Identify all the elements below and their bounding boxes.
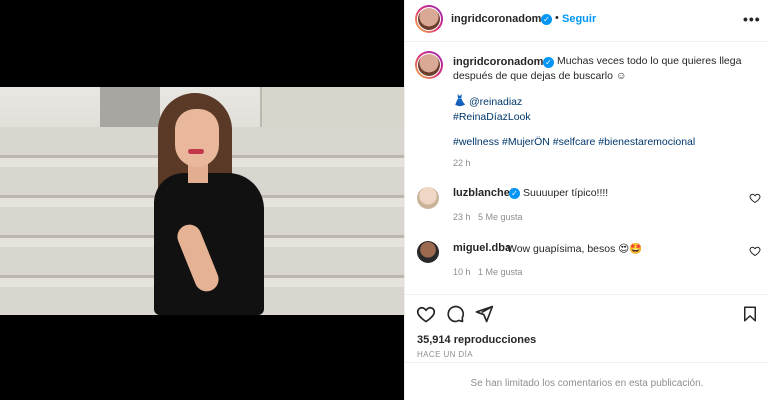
post-date: HACE UN DÍA bbox=[417, 350, 473, 359]
photo-woman bbox=[140, 93, 290, 315]
avatar bbox=[418, 8, 440, 30]
comment-text: Suuuuper típico!!!! bbox=[523, 187, 609, 199]
post-media[interactable] bbox=[0, 0, 404, 400]
hashtag-look-link[interactable]: #ReinaDíazLook bbox=[453, 111, 531, 123]
follow-button[interactable]: Seguir bbox=[562, 13, 596, 25]
heart-icon[interactable] bbox=[416, 304, 436, 324]
comment-icon[interactable] bbox=[445, 304, 465, 324]
comment-text: Wow guapísima, besos 😍🤩 bbox=[507, 243, 643, 255]
caption-line-2: después de que dejas de buscarlo ☺ bbox=[453, 70, 627, 82]
photo-dress bbox=[154, 173, 264, 315]
mention-link[interactable]: @reinadiaz bbox=[469, 96, 522, 108]
caption-time: 22 h bbox=[453, 158, 471, 168]
comment-like-heart-icon[interactable] bbox=[749, 245, 761, 257]
comment-time: 23 h bbox=[453, 212, 471, 222]
avatar-ring-gap bbox=[417, 53, 441, 77]
dress-emoji-icon: 👗 bbox=[453, 95, 467, 107]
comment-likes[interactable]: 5 Me gusta bbox=[478, 212, 523, 222]
views-count[interactable]: 35,914 reproducciones bbox=[417, 334, 536, 346]
caption-username[interactable]: ingridcoronadomx bbox=[453, 56, 550, 68]
post-actions-bar bbox=[405, 294, 768, 323]
hashtags-link[interactable]: #wellness #MujerÖN #selfcare #bienestare… bbox=[453, 136, 695, 148]
more-options-icon[interactable]: ••• bbox=[743, 11, 761, 27]
bookmark-icon[interactable] bbox=[741, 304, 759, 324]
verified-badge-icon: ✓ bbox=[543, 57, 554, 68]
author-avatar-ring[interactable] bbox=[415, 5, 443, 33]
verified-badge-icon: ✓ bbox=[541, 14, 552, 25]
paper-plane-icon[interactable] bbox=[474, 304, 494, 324]
post-photo bbox=[0, 87, 404, 315]
caption-line-1: Muchas veces todo lo que quieres llega bbox=[557, 55, 742, 67]
post-header: ingridcoronadomx ✓ • Seguir ••• bbox=[405, 0, 768, 42]
comments-limited-notice: Se han limitado los comentarios en esta … bbox=[405, 362, 768, 401]
photo-lips bbox=[188, 149, 204, 154]
comment-like-heart-icon[interactable] bbox=[749, 192, 761, 204]
post-side-panel: ingridcoronadomx ✓ • Seguir ••• ingridco… bbox=[404, 0, 768, 400]
comment-username[interactable]: luzblanchet bbox=[453, 187, 514, 199]
avatar bbox=[418, 54, 440, 76]
author-username[interactable]: ingridcoronadomx bbox=[451, 13, 548, 25]
comment-likes[interactable]: 1 Me gusta bbox=[478, 267, 523, 277]
verified-badge-icon: ✓ bbox=[509, 188, 520, 199]
comment-time: 10 h bbox=[453, 267, 471, 277]
photo-face bbox=[175, 109, 219, 167]
commenter-avatar[interactable] bbox=[417, 241, 439, 263]
separator-dot: • bbox=[555, 12, 559, 24]
avatar-ring-gap bbox=[417, 7, 441, 31]
comment-username[interactable]: miguel.dba bbox=[453, 242, 511, 254]
commenter-avatar[interactable] bbox=[417, 187, 439, 209]
caption-avatar-ring[interactable] bbox=[415, 51, 443, 79]
